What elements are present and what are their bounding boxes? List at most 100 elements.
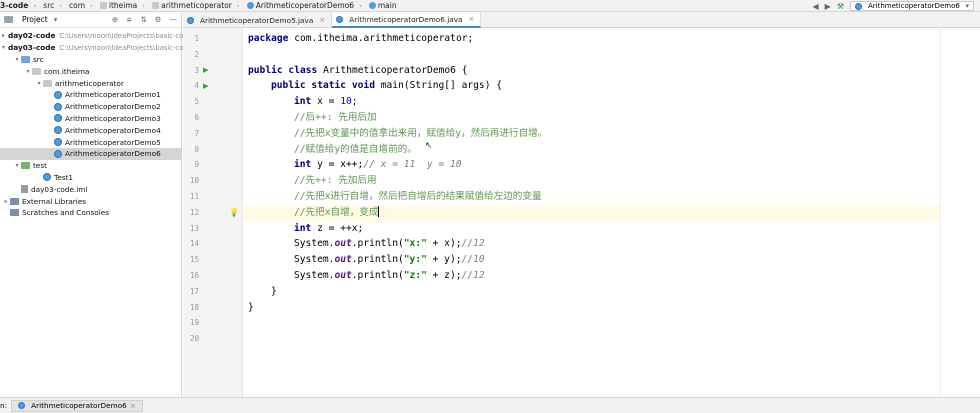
- code-token: y = x++;: [311, 159, 364, 171]
- run-tab[interactable]: ArithmeticoperatorDemo6 ×: [11, 399, 143, 412]
- code-line[interactable]: System.out.println("y:" + y);//10: [244, 252, 980, 268]
- class-icon: [54, 114, 62, 123]
- code-line[interactable]: System.out.println("x:" + x);//12: [244, 236, 980, 252]
- tree-item[interactable]: ArithmeticoperatorDemo6: [0, 147, 181, 160]
- line-number: 15: [189, 255, 199, 265]
- line-number: 14: [189, 239, 199, 249]
- minimize-icon[interactable]: —: [170, 15, 178, 24]
- line-number: 9: [194, 160, 199, 170]
- chevron-down-icon[interactable]: ▾: [2, 44, 5, 51]
- run-gutter-icon[interactable]: ▶: [203, 78, 211, 94]
- project-panel-title[interactable]: Project: [22, 15, 48, 24]
- editor-tab[interactable]: ArithmeticoperatorDemo6.java ×: [332, 12, 482, 28]
- chevron-right-icon[interactable]: ▸: [2, 32, 5, 39]
- tree-item[interactable]: ArithmeticoperatorDemo2: [0, 101, 181, 113]
- code-token: //10: [461, 254, 485, 266]
- code-token: }: [271, 285, 277, 297]
- editor-tab-label: ArithmeticoperatorDemo5.java: [200, 15, 314, 25]
- breadcrumb-label: src: [43, 1, 55, 10]
- code-line[interactable]: //先++: 先加后用: [244, 173, 980, 189]
- code-line[interactable]: }: [244, 284, 980, 300]
- expand-icon[interactable]: ⇅: [140, 15, 146, 24]
- breadcrumb-item[interactable]: main: [366, 0, 401, 12]
- code-token: main(String[] args) {: [374, 80, 503, 92]
- tree-item-label: ArithmeticoperatorDemo3: [65, 113, 161, 123]
- code-token: public static void: [271, 80, 375, 92]
- breadcrumb-item[interactable]: arithmeticoperator ›: [149, 0, 244, 12]
- chevron-down-icon[interactable]: ▾: [13, 162, 21, 169]
- code-line[interactable]: System.out.println("z:" + z);//12: [244, 268, 980, 284]
- code-token: z = ++x;: [311, 222, 364, 234]
- tree-item[interactable]: ▾ com.itheima: [0, 65, 181, 77]
- breadcrumb-item[interactable]: itheima ›: [97, 0, 149, 12]
- breadcrumb-item[interactable]: 3-code ›: [0, 0, 40, 12]
- gear-icon[interactable]: ⚙: [155, 15, 162, 24]
- tree-item[interactable]: ArithmeticoperatorDemo4: [0, 124, 181, 136]
- code-token: int: [294, 159, 312, 171]
- code-line[interactable]: int y = x++;// x = 11 y = 10: [244, 157, 980, 173]
- code-line[interactable]: int z = ++x;: [244, 221, 980, 237]
- class-icon: [187, 16, 194, 24]
- code-editor[interactable]: 1 2 3 ▶ 4 ▶ 5 6 7 8 9 10 11 12 💡 13 14 15 16 17 18 19 20 packa…: [183, 28, 980, 397]
- run-configuration-select[interactable]: ArithmeticoperatorDemo6 ▾: [850, 1, 974, 11]
- text-caret: [378, 206, 380, 218]
- code-line[interactable]: package com.itheima.arithmeticoperator;: [244, 31, 980, 47]
- collapse-all-icon[interactable]: ≑: [126, 15, 132, 24]
- build-hammer-icon[interactable]: ⚒: [837, 2, 844, 11]
- tree-item[interactable]: ▾ arithmeticoperator: [0, 77, 181, 89]
- forward-icon[interactable]: ▶: [825, 2, 831, 11]
- tree-item[interactable]: ▾ src: [0, 54, 181, 66]
- code-line[interactable]: public static void main(String[] args) {: [244, 78, 980, 94]
- chevron-down-icon[interactable]: ▾: [54, 15, 58, 24]
- code-token: //后++: 先用后加: [294, 112, 377, 123]
- close-icon[interactable]: ×: [130, 401, 136, 410]
- class-icon: [336, 15, 344, 23]
- tree-item-path: C:\Users\moon\IdeaProjects\basic-co: [59, 43, 184, 52]
- code-line[interactable]: [244, 47, 980, 63]
- locate-icon[interactable]: ⊕: [112, 15, 118, 24]
- class-icon: [54, 138, 62, 147]
- tree-item[interactable]: Test1: [0, 172, 181, 184]
- tree-item[interactable]: ▸ External Libraries: [0, 195, 181, 207]
- tree-item[interactable]: Scratches and Consoles: [0, 207, 181, 219]
- code-line[interactable]: [244, 331, 980, 347]
- code-line[interactable]: }: [244, 300, 980, 316]
- code-line[interactable]: //先把x进行自增，然后把自增后的结果赋值给左边的变量: [244, 189, 980, 205]
- code-line[interactable]: //赋值给y的值是自增前的。: [244, 142, 980, 158]
- code-line[interactable]: [244, 315, 980, 331]
- lightbulb-icon[interactable]: 💡: [229, 205, 239, 221]
- tree-item[interactable]: ▾ day03-code C:\Users\moon\IdeaProjects\ba…: [0, 42, 184, 54]
- tree-item[interactable]: ArithmeticoperatorDemo5: [0, 136, 181, 148]
- code-token: }: [248, 301, 254, 313]
- breadcrumb-item[interactable]: com ›: [66, 0, 97, 12]
- run-configuration-label: ArithmeticoperatorDemo6: [868, 2, 960, 10]
- breadcrumb-item[interactable]: ArithmeticoperatorDemo6 ›: [244, 0, 366, 12]
- code-line[interactable]: int x = 10;: [244, 94, 980, 110]
- chevron-right-icon[interactable]: ▸: [2, 198, 10, 205]
- chevron-down-icon[interactable]: ▾: [24, 68, 32, 75]
- tree-item[interactable]: ArithmeticoperatorDemo1: [0, 89, 181, 101]
- tree-item[interactable]: day03-code.iml: [0, 183, 181, 195]
- breadcrumb-item[interactable]: src ›: [40, 0, 66, 12]
- back-icon[interactable]: ◀: [813, 2, 819, 11]
- editor-scrollbar[interactable]: [940, 28, 980, 397]
- close-icon[interactable]: ×: [319, 16, 325, 24]
- editor-gutter: 1 2 3 ▶ 4 ▶ 5 6 7 8 9 10 11 12 💡 13 14 15 16 17 18 19 20: [183, 28, 243, 397]
- chevron-down-icon[interactable]: ▾: [35, 80, 43, 87]
- code-line[interactable]: public class ArithmeticoperatorDemo6 {: [244, 63, 980, 79]
- chevron-down-icon[interactable]: ▾: [13, 56, 21, 63]
- line-number: 18: [189, 302, 199, 312]
- tree-item[interactable]: ▸ day02-code C:\Users\moon\IdeaProjects\ba…: [0, 30, 183, 42]
- tree-item[interactable]: ArithmeticoperatorDemo3: [0, 113, 181, 125]
- code-line[interactable]: //先把x变量中的值拿出来用，赋值给y，然后再进行自增。: [244, 126, 980, 142]
- tree-item-label: Test1: [54, 172, 74, 182]
- editor-tab[interactable]: ArithmeticoperatorDemo5.java ×: [183, 12, 333, 28]
- tree-item-label: ArithmeticoperatorDemo5: [65, 137, 161, 147]
- code-line[interactable]: //后++: 先用后加: [244, 110, 980, 126]
- tree-item-label: ArithmeticoperatorDemo4: [65, 125, 161, 135]
- code-line[interactable]: //先把x自增，变成: [244, 204, 980, 221]
- tree-item[interactable]: ▾ test: [0, 160, 181, 172]
- code-token: //12: [461, 270, 485, 281]
- run-gutter-icon[interactable]: ▶: [203, 63, 211, 79]
- close-icon[interactable]: ×: [469, 15, 475, 23]
